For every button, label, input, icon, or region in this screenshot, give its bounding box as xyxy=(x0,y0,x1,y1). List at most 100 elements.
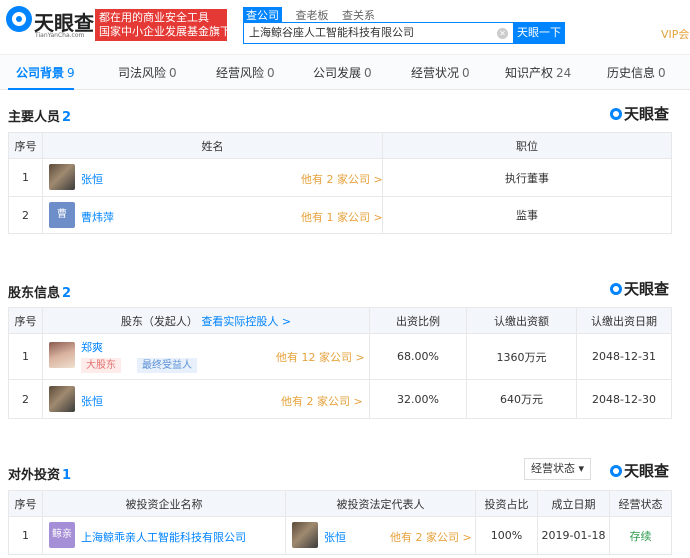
date-cell: 2048-12-30 xyxy=(576,379,672,419)
shareholder-name-link[interactable]: 郑爽 xyxy=(81,339,103,355)
person-cell: 曹 曹炜萍 他有 1 家公司 > xyxy=(42,196,383,234)
brand-text: 天眼查 xyxy=(624,105,670,123)
row-index: 1 xyxy=(8,158,43,197)
table-row: 2 曹 曹炜萍 他有 1 家公司 > 监事 xyxy=(8,196,672,234)
brand-eye-icon xyxy=(610,283,622,295)
person-name-link[interactable]: 张恒 xyxy=(81,171,103,187)
row-index: 2 xyxy=(8,196,43,234)
tab-intellectual-property[interactable]: 知识产权 24 xyxy=(505,64,571,81)
table-header-row: 序号 被投资企业名称 被投资法定代表人 投资占比 成立日期 经营状态 xyxy=(8,490,672,517)
view-controller-link[interactable]: 查看实际控股人 > xyxy=(201,315,291,328)
row-index: 1 xyxy=(8,516,43,555)
search-button[interactable]: 天眼一下 xyxy=(513,22,565,44)
tab-company-development[interactable]: 公司发展 0 xyxy=(313,64,372,81)
tab-label: 历史信息 xyxy=(607,66,656,80)
tianyancha-logo[interactable]: 天眼查 TianYanCha.com xyxy=(6,6,94,40)
tab-history[interactable]: 历史信息 0 xyxy=(607,64,666,81)
status-filter-dropdown[interactable]: 经营状态 ▾ xyxy=(524,458,591,480)
company-cell: 鲸亲 上海鲸乖亲人工智能科技有限公司 xyxy=(42,516,286,555)
promo-banner[interactable]: 都在用的商业安全工具 国家中小企业发展基金旗下 xyxy=(95,9,227,41)
col-header-amount: 认缴出资额 xyxy=(466,307,577,334)
section-nav: 公司背景 9 司法风险 0 经营风险 0 公司发展 0 经营状况 0 知识产权 24 历史信… xyxy=(0,54,690,90)
tab-company-background[interactable]: 公司背景 9 xyxy=(16,64,75,81)
search-tab-boss[interactable]: 查老板 xyxy=(296,7,329,23)
tab-operating-status[interactable]: 经营状况 0 xyxy=(411,64,470,81)
person-cell: 张恒 他有 2 家公司 > xyxy=(42,158,383,197)
person-name-link[interactable]: 曹炜萍 xyxy=(81,209,114,225)
shareholders-section-title: 股东信息 2 xyxy=(8,282,71,301)
section-title-text: 主要人员 xyxy=(8,110,61,125)
date-cell: 2048-12-31 xyxy=(576,333,672,380)
banner-line-2: 国家中小企业发展基金旗下 xyxy=(99,25,227,38)
logo-eye-icon xyxy=(6,6,32,32)
col-header-founded: 成立日期 xyxy=(537,490,610,517)
active-tab-underline xyxy=(8,88,74,90)
position-cell: 执行董事 xyxy=(382,158,672,197)
brand-text: 天眼查 xyxy=(624,462,670,480)
status-cell: 存续 xyxy=(609,516,672,555)
col-header-index: 序号 xyxy=(8,132,43,159)
shareholder-header-text: 股东（发起人） xyxy=(120,314,198,328)
search-tab-company[interactable]: 查公司 xyxy=(243,7,282,23)
table-row: 2 张恒 他有 2 家公司 > 32.00% 640万元 2048-12-30 xyxy=(8,379,672,419)
amount-cell: 640万元 xyxy=(466,379,577,419)
search-tab-relation[interactable]: 查关系 xyxy=(342,7,375,23)
table-header-row: 序号 股东（发起人） 查看实际控股人 > 出资比例 认缴出资额 认缴出资日期 xyxy=(8,307,672,334)
personnel-table: 序号 姓名 职位 1 张恒 他有 2 家公司 > 执行董事 2 曹 曹炜萍 他有… xyxy=(8,132,672,234)
vip-link[interactable]: VIP会员 xyxy=(661,26,690,42)
other-companies-link[interactable]: 他有 2 家公司 > xyxy=(281,393,363,409)
tab-judicial-risk[interactable]: 司法风险 0 xyxy=(118,64,177,81)
shareholder-name-link[interactable]: 张恒 xyxy=(81,393,103,409)
table-row: 1 郑爽 大股东 最终受益人 他有 12 家公司 > 68.00% 1360万元… xyxy=(8,333,672,380)
company-name-link[interactable]: 上海鲸乖亲人工智能科技有限公司 xyxy=(81,529,246,545)
tab-count: 0 xyxy=(169,66,177,80)
avatar[interactable] xyxy=(292,522,318,548)
col-header-date: 认缴出资日期 xyxy=(576,307,672,334)
tab-count: 0 xyxy=(462,66,470,80)
col-header-company: 被投资企业名称 xyxy=(42,490,286,517)
tab-count: 0 xyxy=(658,66,666,80)
section-title-text: 对外投资 xyxy=(8,468,61,483)
ratio-cell: 100% xyxy=(475,516,538,555)
personnel-section-title: 主要人员 2 xyxy=(8,106,71,125)
avatar[interactable]: 曹 xyxy=(49,202,75,228)
brand-eye-icon xyxy=(610,465,622,477)
filter-label: 经营状态 xyxy=(530,462,575,475)
search-input[interactable]: 上海鲸谷座人工智能科技有限公司 xyxy=(243,22,513,44)
legal-rep-cell: 张恒 他有 2 家公司 > xyxy=(285,516,476,555)
other-companies-link[interactable]: 他有 2 家公司 > xyxy=(390,529,472,545)
tab-count: 9 xyxy=(67,66,75,80)
other-companies-link[interactable]: 他有 12 家公司 > xyxy=(276,349,365,365)
avatar[interactable] xyxy=(49,164,75,190)
clear-icon[interactable]: ✕ xyxy=(497,28,508,39)
tab-label: 公司发展 xyxy=(313,66,362,80)
tianyancha-watermark: 天眼查 xyxy=(610,460,669,481)
section-count: 1 xyxy=(62,468,72,483)
section-count: 2 xyxy=(62,110,72,125)
col-header-shareholder: 股东（发起人） 查看实际控股人 > xyxy=(42,307,370,334)
ratio-cell: 32.00% xyxy=(369,379,467,419)
tianyancha-watermark: 天眼查 xyxy=(610,278,669,299)
avatar[interactable] xyxy=(49,386,75,412)
chevron-down-icon: ▾ xyxy=(578,462,585,475)
banner-line-1: 都在用的商业安全工具 xyxy=(99,11,209,24)
tab-count: 0 xyxy=(364,66,372,80)
col-header-status: 经营状态 xyxy=(609,490,672,517)
brand-text: 天眼查 xyxy=(624,280,670,298)
avatar[interactable] xyxy=(49,342,75,368)
row-index: 2 xyxy=(8,379,43,419)
search-type-tabs: 查公司 查老板 查关系 xyxy=(243,7,385,23)
other-companies-link[interactable]: 他有 1 家公司 > xyxy=(301,209,382,225)
section-count: 2 xyxy=(62,286,72,301)
tianyancha-watermark: 天眼查 xyxy=(610,103,669,124)
col-header-position: 职位 xyxy=(382,132,672,159)
table-row: 1 张恒 他有 2 家公司 > 执行董事 xyxy=(8,158,672,197)
col-header-ratio: 投资占比 xyxy=(475,490,538,517)
col-header-name: 姓名 xyxy=(42,132,383,159)
other-companies-link[interactable]: 他有 2 家公司 > xyxy=(301,171,382,187)
tab-operating-risk[interactable]: 经营风险 0 xyxy=(216,64,275,81)
company-logo[interactable]: 鲸亲 xyxy=(49,522,75,548)
investments-section-title: 对外投资 1 xyxy=(8,464,71,483)
legal-rep-name-link[interactable]: 张恒 xyxy=(324,529,346,545)
beneficiary-badge: 最终受益人 xyxy=(137,358,197,373)
